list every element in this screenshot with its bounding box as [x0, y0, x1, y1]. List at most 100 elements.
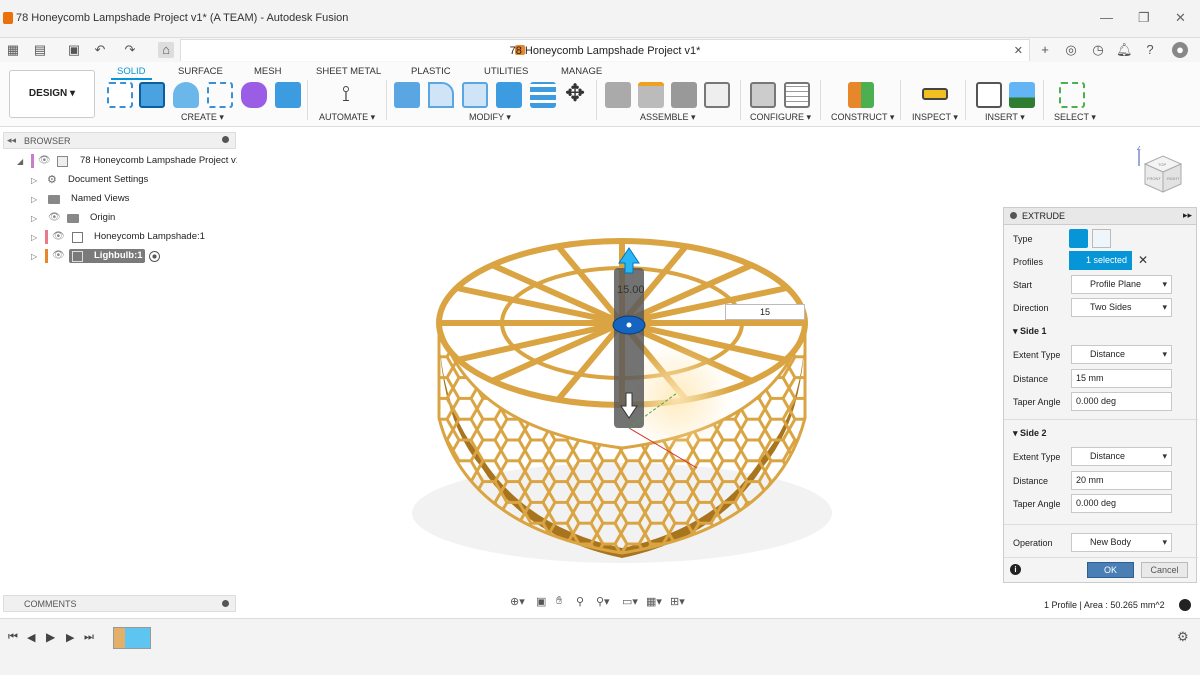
group-automate[interactable]: AUTOMATE ▾ — [319, 112, 375, 123]
tree-item-document-settings[interactable]: ▷ ⚙ Document Settings — [0, 172, 236, 190]
collapse-icon[interactable]: ◂◂ — [7, 135, 16, 146]
comments-pin-icon[interactable] — [222, 600, 229, 607]
close-tab-icon[interactable]: ✕ — [1014, 44, 1023, 57]
redo-icon[interactable]: ↷ — [122, 42, 138, 58]
info-icon[interactable]: i — [1010, 564, 1021, 575]
type-surface-icon[interactable] — [1092, 229, 1111, 248]
tree-item-lightbulb[interactable]: ▷ 👁︎ Lighbulb:1 — [0, 248, 236, 266]
tab-mesh[interactable]: MESH — [254, 66, 281, 77]
go-to-start-icon[interactable]: ⏮ — [8, 631, 18, 644]
document-tab[interactable]: 78 Honeycomb Lampshade Project v1* ✕ — [180, 39, 1030, 61]
step-forward-icon[interactable]: ▶ — [66, 631, 74, 644]
side2-distance-input[interactable]: 20 mm — [1071, 471, 1172, 490]
automate-icon[interactable]: ⟟ — [333, 82, 359, 108]
expand-icon[interactable]: ▷ — [31, 176, 37, 185]
insert-image-icon[interactable] — [1009, 82, 1035, 108]
group-select[interactable]: SELECT ▾ — [1054, 112, 1096, 123]
as-built-joint-icon[interactable] — [671, 82, 697, 108]
tab-utilities[interactable]: UTILITIES — [484, 66, 528, 77]
go-to-end-icon[interactable]: ⏭ — [84, 631, 94, 644]
configuration-table-icon[interactable] — [784, 82, 810, 108]
chamfer-icon[interactable] — [462, 82, 488, 108]
extrude-icon[interactable] — [139, 82, 165, 108]
look-at-icon[interactable]: ▣ — [536, 595, 546, 608]
status-icon[interactable] — [1179, 599, 1191, 611]
expand-icon[interactable]: ▷ — [31, 252, 37, 261]
eye-icon[interactable]: 👁︎ — [38, 155, 51, 166]
home-icon[interactable]: ⌂ — [158, 42, 174, 58]
tab-solid[interactable]: SOLID — [111, 66, 151, 80]
extensions-icon[interactable]: ◎ — [1063, 42, 1079, 58]
job-status-icon[interactable]: ◷ — [1090, 42, 1106, 58]
apps-grid-icon[interactable]: ▦ — [5, 42, 21, 58]
browser-header[interactable]: ◂◂ BROWSER — [3, 132, 236, 149]
fillet-icon[interactable] — [428, 82, 454, 108]
form-icon[interactable] — [241, 82, 267, 108]
group-construct[interactable]: CONSTRUCT ▾ — [831, 112, 894, 123]
start-select[interactable]: Profile Plane — [1071, 275, 1172, 294]
extrude-header[interactable]: EXTRUDE ▸▸ — [1004, 208, 1196, 225]
tree-root[interactable]: ◢ 👁︎ 78 Honeycomb Lampshade Project v1 — [0, 153, 241, 171]
side2-taper-input[interactable]: 0.000 deg — [1071, 494, 1172, 513]
group-create[interactable]: CREATE ▾ — [181, 112, 224, 123]
type-solid-icon[interactable] — [1069, 229, 1088, 248]
expand-icon[interactable]: ▷ — [31, 233, 37, 242]
expand-icon[interactable]: ◢ — [17, 157, 23, 166]
pin-icon[interactable] — [222, 136, 229, 143]
tree-item-named-views[interactable]: ▷ Named Views — [0, 191, 236, 209]
workspace-switcher[interactable]: DESIGN ▾ — [9, 70, 95, 118]
viewports-icon[interactable]: ⊞▾ — [670, 595, 685, 608]
avatar[interactable]: ● — [1172, 42, 1188, 58]
orbit-icon[interactable]: ⊕▾ — [510, 595, 525, 608]
group-assemble[interactable]: ASSEMBLE ▾ — [640, 112, 696, 123]
group-inspect[interactable]: INSPECT ▾ — [912, 112, 958, 123]
display-settings-icon[interactable]: ▭▾ — [622, 595, 638, 608]
joint-icon[interactable] — [638, 82, 664, 108]
save-icon[interactable]: ▣ — [66, 42, 82, 58]
joint-origin-icon[interactable] — [704, 82, 730, 108]
tree-item-honeycomb-lampshade[interactable]: ▷ 👁︎ Honeycomb Lampshade:1 — [0, 229, 236, 247]
maximize-icon[interactable]: ❐ — [1138, 10, 1150, 26]
operation-select[interactable]: New Body — [1071, 533, 1172, 552]
measure-icon[interactable] — [922, 88, 948, 100]
distance-input-box[interactable]: 15 — [725, 304, 805, 320]
create-sketch-icon[interactable] — [107, 82, 133, 108]
side2-extent-select[interactable]: Distance — [1071, 447, 1172, 466]
minimize-icon[interactable]: — — [1100, 10, 1113, 25]
zoom-window-icon[interactable]: ⚲▾ — [596, 595, 610, 608]
combine-icon[interactable] — [530, 82, 556, 108]
tab-sheet-metal[interactable]: SHEET METAL — [316, 66, 381, 77]
offset-plane-icon[interactable] — [848, 82, 874, 108]
expand-icon[interactable]: ▷ — [31, 195, 37, 204]
eye-icon[interactable]: 👁︎ — [52, 231, 65, 242]
viewcube[interactable]: Z TOP FRONT RIGHT — [1135, 146, 1185, 196]
comments-panel[interactable]: COMMENTS — [3, 595, 236, 612]
configure-icon[interactable] — [750, 82, 776, 108]
select-icon[interactable] — [1059, 82, 1085, 108]
eye-icon[interactable]: 👁︎ — [52, 250, 65, 261]
tab-surface[interactable]: SURFACE — [178, 66, 223, 77]
side1-header[interactable]: ▾ Side 1 — [1013, 326, 1047, 337]
side1-taper-input[interactable]: 0.000 deg — [1071, 392, 1172, 411]
activate-radio-icon[interactable] — [149, 251, 160, 262]
direction-select[interactable]: Two Sides — [1071, 298, 1172, 317]
expand-icon[interactable]: ▷ — [31, 214, 37, 223]
group-modify[interactable]: MODIFY ▾ — [469, 112, 511, 123]
tree-item-origin[interactable]: ▷ 👁︎ Origin — [0, 210, 236, 228]
tab-manage[interactable]: MANAGE — [561, 66, 602, 77]
cancel-button[interactable]: Cancel — [1141, 562, 1188, 578]
side2-header[interactable]: ▾ Side 2 — [1013, 428, 1047, 439]
viewcube-graphic[interactable]: Z TOP FRONT RIGHT — [1135, 146, 1185, 196]
notifications-icon[interactable]: 🔔︎ — [1116, 42, 1133, 58]
new-component-icon[interactable] — [605, 82, 631, 108]
zoom-icon[interactable]: ⚲ — [576, 595, 584, 608]
timeline-settings-icon[interactable]: ⚙ — [1177, 629, 1189, 645]
help-icon[interactable]: ? — [1142, 42, 1158, 58]
revolve-icon[interactable] — [173, 82, 199, 108]
close-icon[interactable]: ✕ — [1175, 10, 1186, 26]
ok-button[interactable]: OK — [1087, 562, 1134, 578]
press-pull-icon[interactable] — [394, 82, 420, 108]
tab-plastic[interactable]: PLASTIC — [411, 66, 451, 77]
grid-icon[interactable]: ▦▾ — [646, 595, 662, 608]
profiles-selection[interactable]: 1 selected — [1069, 251, 1132, 270]
